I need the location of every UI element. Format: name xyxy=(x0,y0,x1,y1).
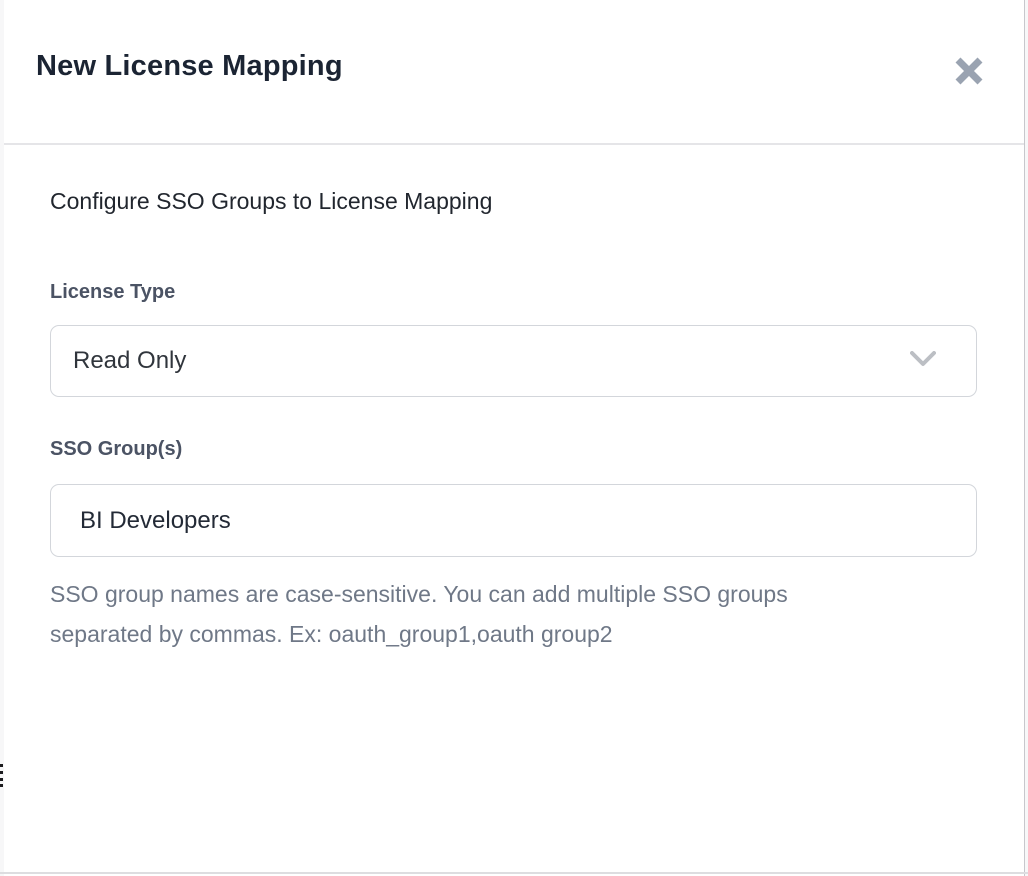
license-type-label: License Type xyxy=(50,280,976,304)
close-button[interactable] xyxy=(952,54,986,88)
helper-line: SSO group names are case-sensitive. You … xyxy=(50,574,976,614)
sso-groups-input[interactable] xyxy=(50,484,977,557)
page-title: New License Mapping xyxy=(36,50,343,83)
license-type-select[interactable]: Read Only xyxy=(50,325,977,397)
helper-line: separated by commas. Ex: oauth_group1,oa… xyxy=(50,614,976,654)
background-page-fragment xyxy=(0,784,3,787)
background-page-fragment xyxy=(0,771,3,774)
background-page-fragment xyxy=(0,764,3,767)
dialog-description: Configure SSO Groups to License Mapping xyxy=(50,186,976,216)
background-page-fragment xyxy=(0,778,3,781)
dialog-body: Configure SSO Groups to License Mapping … xyxy=(4,186,1024,654)
sso-groups-label: SSO Group(s) xyxy=(50,437,976,461)
new-license-mapping-dialog: New License Mapping Configure SSO Groups… xyxy=(4,0,1025,876)
dialog-header: New License Mapping xyxy=(4,0,1024,145)
license-type-selected-value: Read Only xyxy=(73,347,910,375)
bottom-divider xyxy=(0,872,1028,874)
x-icon xyxy=(954,56,984,86)
chevron-down-icon xyxy=(910,351,936,372)
sso-groups-helper-text: SSO group names are case-sensitive. You … xyxy=(50,574,976,654)
